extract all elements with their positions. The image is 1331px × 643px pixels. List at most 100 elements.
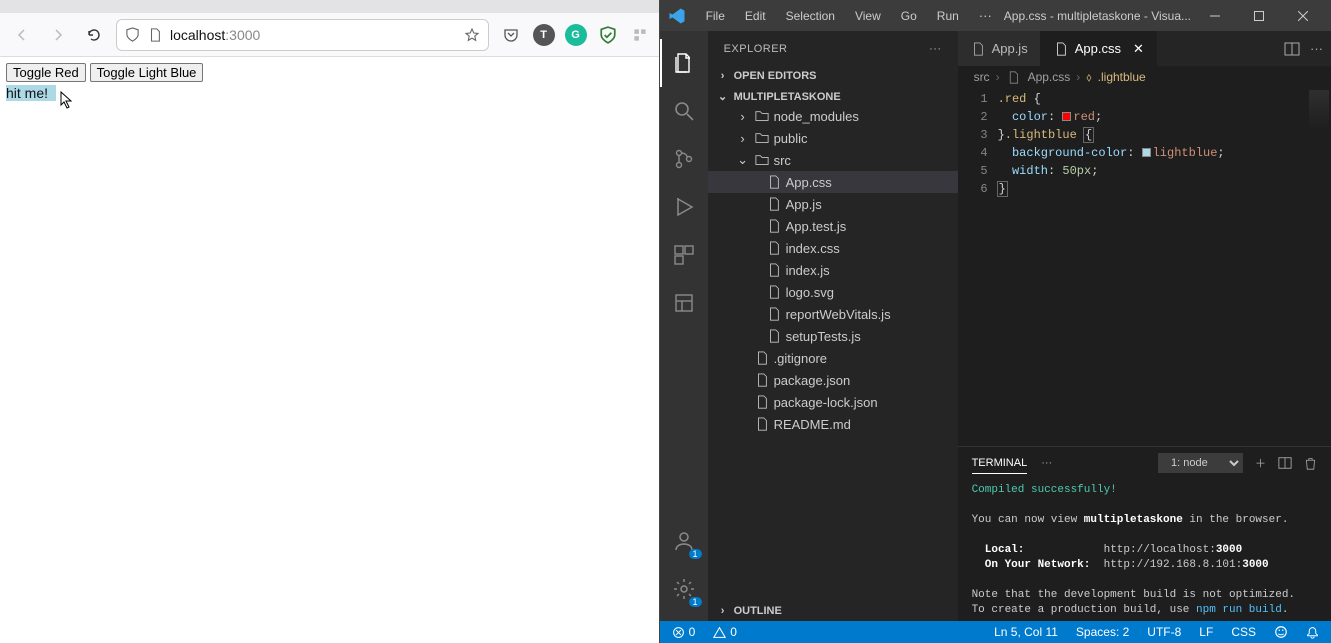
open-editors-section[interactable]: › OPEN EDITORS: [708, 68, 958, 84]
window-minimize[interactable]: [1195, 0, 1235, 31]
pocket-icon[interactable]: [497, 21, 525, 49]
toggle-red-button[interactable]: Toggle Red: [6, 63, 86, 82]
terminal-output[interactable]: Compiled successfully! You can now view …: [958, 479, 1331, 621]
ext-shield-icon[interactable]: [597, 24, 619, 46]
split-terminal-icon[interactable]: [1278, 456, 1292, 470]
file-row[interactable]: App.js: [708, 193, 958, 215]
menu-selection[interactable]: Selection: [778, 5, 843, 27]
hit-me-text: hit me!: [6, 85, 56, 101]
tree-item-label: App.css: [786, 175, 832, 190]
forward-button[interactable]: [44, 21, 72, 49]
file-icon: [766, 285, 782, 299]
tree-item-label: .gitignore: [774, 351, 827, 366]
terminal-selector[interactable]: 1: node: [1158, 453, 1243, 473]
close-icon[interactable]: ✕: [1133, 41, 1144, 57]
activity-search[interactable]: [660, 87, 708, 135]
outline-section[interactable]: › OUTLINE: [708, 603, 958, 619]
activity-scm[interactable]: [660, 135, 708, 183]
status-errors[interactable]: 0: [668, 625, 700, 639]
menu-file[interactable]: File: [698, 5, 733, 27]
tree-item-label: README.md: [774, 417, 851, 432]
activity-extensions[interactable]: [660, 231, 708, 279]
bookmark-icon[interactable]: [464, 27, 480, 43]
editor-area: App.js App.css ✕ ··· src ›: [958, 31, 1331, 621]
tree-item-label: setupTests.js: [786, 329, 861, 344]
activity-settings[interactable]: 1: [660, 565, 708, 613]
crumb[interactable]: src: [974, 70, 990, 84]
status-spaces[interactable]: Spaces: 2: [1072, 625, 1133, 639]
toggle-lightblue-button[interactable]: Toggle Light Blue: [90, 63, 204, 82]
status-warnings[interactable]: 0: [709, 625, 741, 639]
menu-more[interactable]: ···: [971, 4, 1000, 27]
tree-item-label: src: [774, 153, 791, 168]
code-editor[interactable]: 1 2 3 4 5 6 .red { color: red;}.lightblu…: [958, 88, 1331, 446]
browser-toolbar: localhost:3000 T G: [0, 13, 659, 57]
vscode-window: File Edit Selection View Go Run ··· App.…: [660, 0, 1331, 643]
shield-icon: [125, 27, 140, 42]
breadcrumbs[interactable]: src › App.css › ⬨ .lightblue: [958, 66, 1331, 88]
file-icon: [754, 417, 770, 431]
status-encoding[interactable]: UTF-8: [1143, 625, 1185, 639]
file-row[interactable]: App.test.js: [708, 215, 958, 237]
folder-row[interactable]: ›node_modules: [708, 105, 958, 127]
file-icon: [754, 351, 770, 365]
file-row[interactable]: package.json: [708, 369, 958, 391]
back-button[interactable]: [8, 21, 36, 49]
window-close[interactable]: [1283, 0, 1323, 31]
file-row[interactable]: .gitignore: [708, 347, 958, 369]
status-feedback-icon[interactable]: [1270, 625, 1292, 639]
file-row[interactable]: logo.svg: [708, 281, 958, 303]
split-editor-icon[interactable]: [1284, 41, 1300, 57]
file-row[interactable]: setupTests.js: [708, 325, 958, 347]
more-actions-icon[interactable]: ···: [1310, 41, 1323, 56]
reload-button[interactable]: [80, 21, 108, 49]
minimap[interactable]: [1309, 90, 1329, 130]
ext-grammarly-icon[interactable]: G: [565, 24, 587, 46]
crumb[interactable]: .lightblue: [1098, 70, 1146, 84]
ext-overflow-icon[interactable]: [629, 24, 651, 46]
kill-terminal-icon[interactable]: [1304, 457, 1317, 470]
status-bell-icon[interactable]: [1302, 625, 1323, 639]
window-maximize[interactable]: [1239, 0, 1279, 31]
url-host: localhost:3000: [170, 27, 260, 43]
activity-explorer[interactable]: [660, 39, 708, 87]
folder-row[interactable]: ›public: [708, 127, 958, 149]
menu-run[interactable]: Run: [929, 5, 967, 27]
tab-app-js[interactable]: App.js: [958, 31, 1041, 66]
ext-icon[interactable]: T: [533, 24, 555, 46]
chevron-right-icon: ›: [716, 70, 730, 82]
status-ln-col[interactable]: Ln 5, Col 11: [990, 625, 1062, 639]
chevron-down-icon: ⌄: [716, 90, 730, 103]
activity-bar: 1 1: [660, 31, 708, 621]
activity-debug[interactable]: [660, 183, 708, 231]
menu-go[interactable]: Go: [893, 5, 925, 27]
folder-icon: [754, 131, 770, 145]
activity-accounts[interactable]: 1: [660, 517, 708, 565]
terminal-more-icon[interactable]: ···: [1041, 457, 1052, 469]
crumb[interactable]: App.css: [1028, 70, 1071, 84]
new-terminal-icon[interactable]: ＋: [1255, 455, 1266, 471]
menu-view[interactable]: View: [847, 5, 889, 27]
tree-item-label: App.js: [786, 197, 822, 212]
status-eol[interactable]: LF: [1195, 625, 1217, 639]
project-section[interactable]: ⌄ MULTIPLETASKONE: [708, 88, 958, 105]
code-content[interactable]: .red { color: red;}.lightblue { backgrou…: [998, 88, 1331, 446]
file-row[interactable]: index.js: [708, 259, 958, 281]
outline-label: OUTLINE: [734, 605, 782, 617]
file-row[interactable]: README.md: [708, 413, 958, 435]
address-bar[interactable]: localhost:3000: [116, 19, 489, 51]
folder-row[interactable]: ⌄src: [708, 149, 958, 171]
explorer-sidebar: EXPLORER ··· › OPEN EDITORS ⌄ MULTIPLETA…: [708, 31, 958, 621]
status-language[interactable]: CSS: [1227, 625, 1260, 639]
terminal-panel: TERMINAL ··· 1: node ＋ Compiled successf…: [958, 446, 1331, 621]
file-row[interactable]: package-lock.json: [708, 391, 958, 413]
terminal-tab[interactable]: TERMINAL: [972, 453, 1028, 474]
file-row[interactable]: App.css: [708, 171, 958, 193]
menu-edit[interactable]: Edit: [737, 5, 774, 27]
explorer-more-icon[interactable]: ···: [929, 43, 942, 55]
activity-item[interactable]: [660, 279, 708, 327]
tab-app-css[interactable]: App.css ✕: [1041, 31, 1157, 66]
file-row[interactable]: index.css: [708, 237, 958, 259]
tree-item-label: logo.svg: [786, 285, 834, 300]
file-row[interactable]: reportWebVitals.js: [708, 303, 958, 325]
